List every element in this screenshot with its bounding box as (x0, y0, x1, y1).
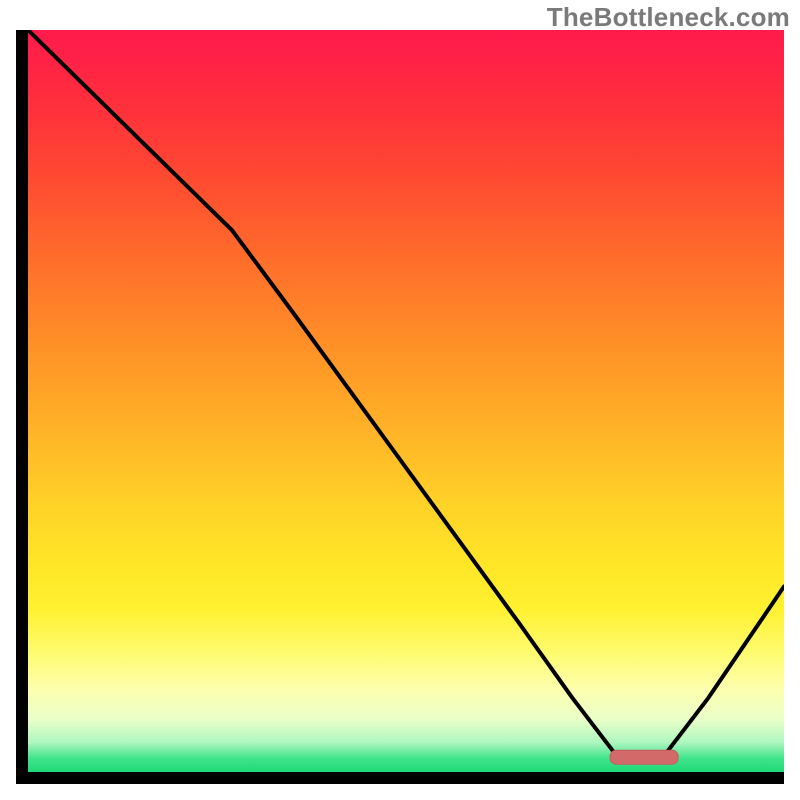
watermark-text: TheBottleneck.com (547, 2, 790, 33)
chart-overlay (28, 30, 784, 772)
plot-area (28, 30, 784, 772)
optimal-range-marker (610, 750, 678, 764)
chart-stage: TheBottleneck.com (0, 0, 800, 800)
bottleneck-curve (28, 30, 784, 757)
axes-frame (16, 30, 784, 784)
